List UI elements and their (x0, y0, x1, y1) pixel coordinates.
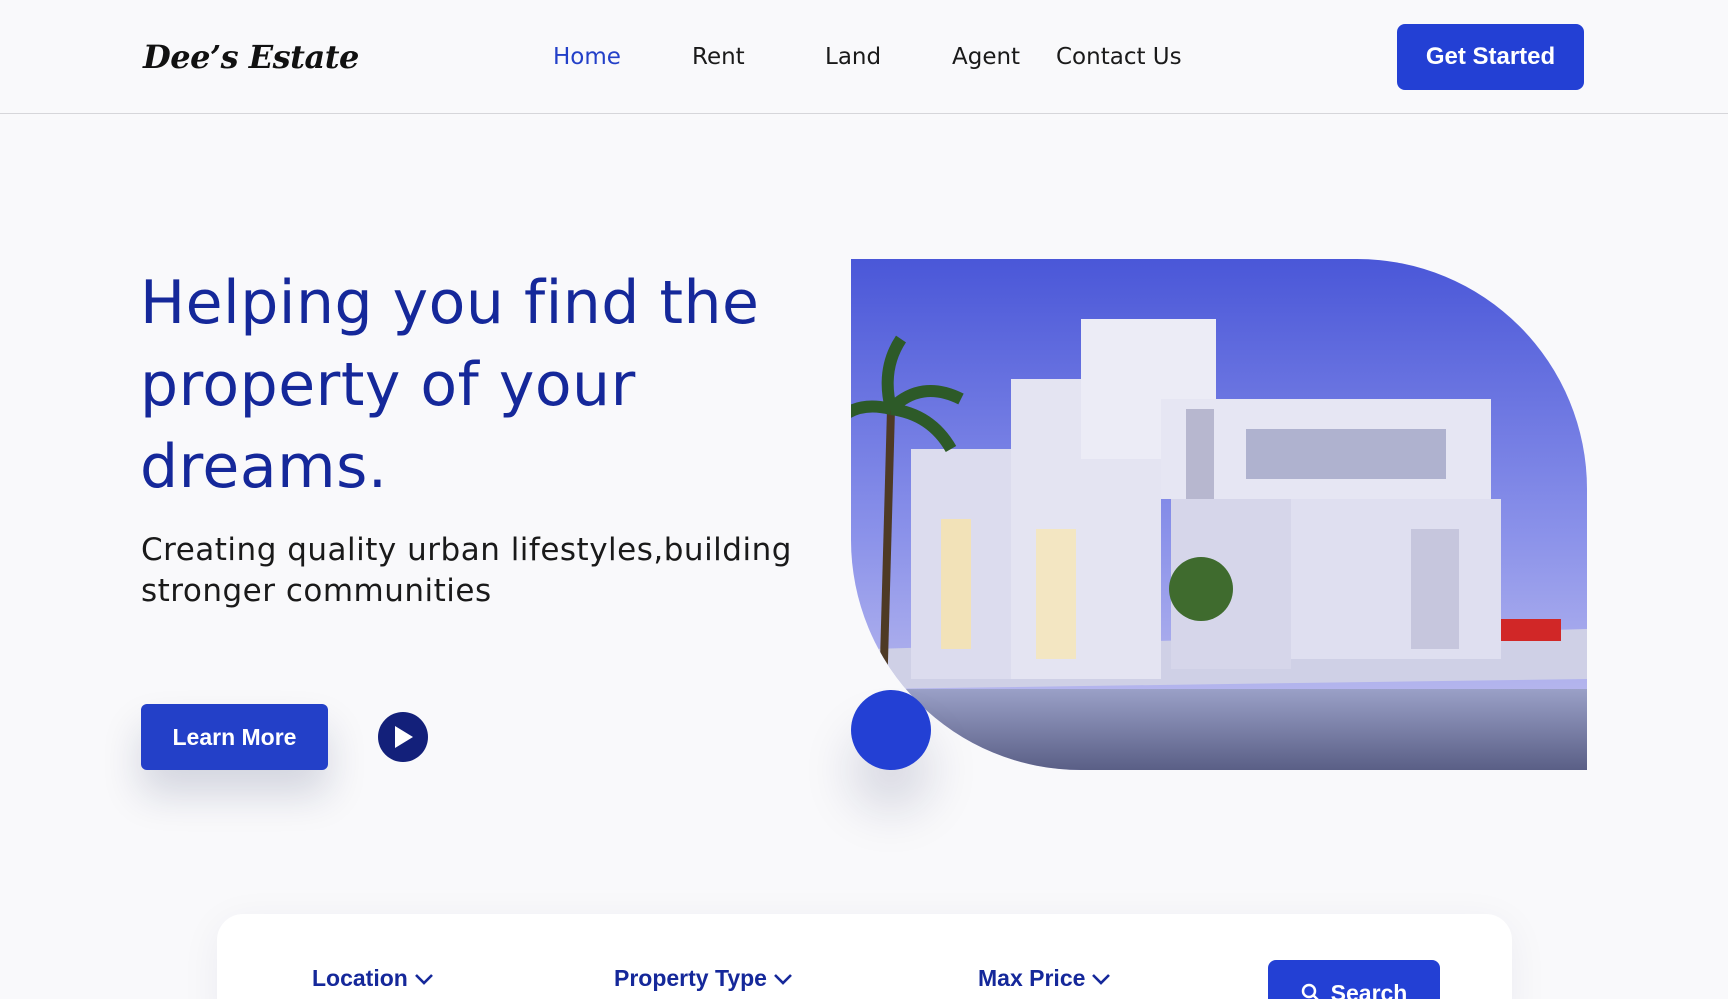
chevron-down-icon (774, 973, 792, 985)
search-icon (1301, 983, 1319, 999)
hero-title: Helping you find the property of your dr… (140, 268, 760, 502)
property-type-filter[interactable]: Property Type (614, 965, 793, 992)
logo[interactable]: Dee’s Estate (143, 38, 359, 76)
play-icon (395, 726, 413, 748)
search-button[interactable]: Search (1268, 960, 1440, 999)
max-price-filter-label: Max Price (978, 965, 1086, 991)
chevron-down-icon (414, 973, 433, 985)
nav-home[interactable]: Home (553, 44, 621, 70)
search-button-label: Search (1330, 980, 1408, 999)
nav-agent[interactable]: Agent (952, 44, 1020, 70)
nav-contact-us[interactable]: Contact Us (1056, 44, 1182, 70)
hero-house-image (851, 259, 1587, 770)
chevron-down-icon (1092, 973, 1111, 985)
max-price-filter[interactable]: Max Price (978, 965, 1111, 992)
location-filter-label: Location (312, 965, 408, 991)
decorative-circle (851, 690, 931, 770)
play-video-button[interactable] (378, 712, 428, 762)
location-filter[interactable]: Location (312, 965, 434, 992)
nav-rent[interactable]: Rent (692, 44, 745, 70)
hero-subtitle: Creating quality urban lifestyles,buildi… (141, 532, 792, 609)
site-header: Dee’s Estate Home Rent Land Agent Contac… (0, 0, 1728, 114)
learn-more-button[interactable]: Learn More (141, 704, 328, 770)
property-type-filter-label: Property Type (614, 965, 767, 991)
get-started-button[interactable]: Get Started (1397, 24, 1584, 90)
nav-land[interactable]: Land (825, 44, 881, 70)
